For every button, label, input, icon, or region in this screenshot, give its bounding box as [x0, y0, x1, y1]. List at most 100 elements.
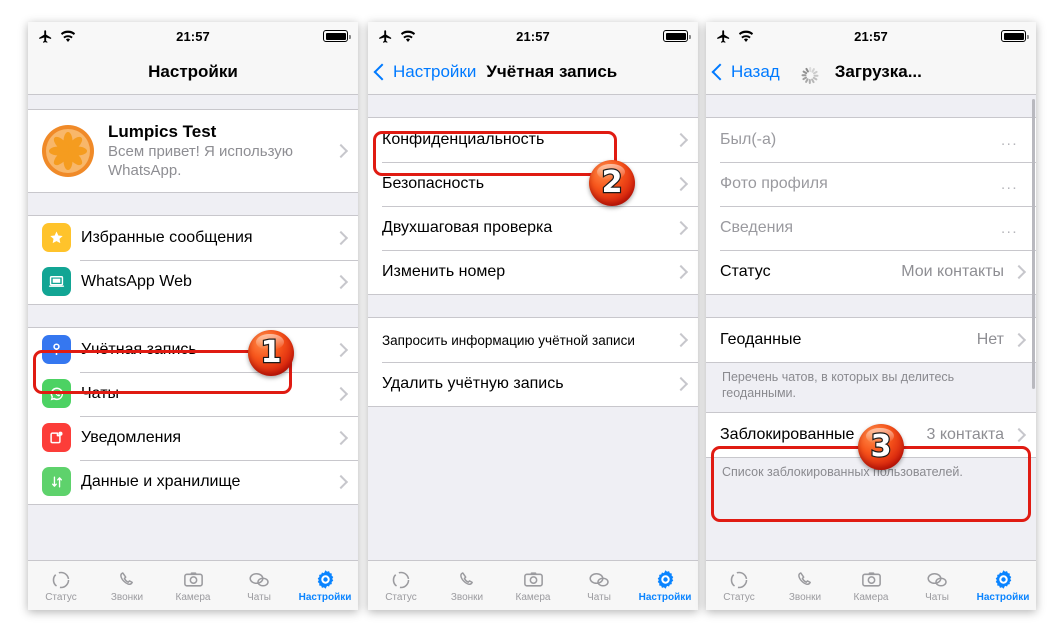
chevron-right-icon: [1011, 427, 1027, 442]
chevron-right-icon: [1011, 264, 1027, 280]
privacy-row-about[interactable]: Сведения ...: [706, 206, 1036, 250]
tab-bar: Статус Звонки Камера Чаты Настройки: [368, 560, 698, 610]
screenshot-stage: 21:57 Настройки Lumpics Test Всем привет…: [0, 0, 1064, 632]
settings-row-notifications[interactable]: Уведомления: [28, 415, 358, 460]
privacy-row-last-seen[interactable]: Был(-а) ...: [706, 118, 1036, 162]
privacy-row-label: Заблокированные: [720, 425, 855, 443]
tab-settings[interactable]: Настройки: [632, 561, 698, 610]
tab-chats[interactable]: Чаты: [566, 561, 632, 610]
tab-settings[interactable]: Настройки: [970, 561, 1036, 610]
profile-row[interactable]: Lumpics Test Всем привет! Я использую Wh…: [28, 109, 358, 193]
settings-row-whatsapp-web[interactable]: WhatsApp Web: [28, 259, 358, 304]
tab-camera[interactable]: Камера: [838, 561, 904, 610]
account-scroll-area[interactable]: Конфиденциальность Безопасность Двухшаго…: [368, 95, 698, 560]
tab-camera[interactable]: Камера: [160, 561, 226, 610]
chevron-left-icon: [711, 63, 729, 81]
privacy-row-value: ...: [1000, 219, 1018, 237]
privacy-row-value: Мои контакты: [901, 263, 1004, 280]
privacy-row-profile-photo[interactable]: Фото профиля ...: [706, 162, 1036, 206]
chats-bubble-icon: [587, 568, 611, 591]
chevron-right-icon: [673, 132, 689, 148]
tab-camera[interactable]: Камера: [500, 561, 566, 610]
settings-row-chats[interactable]: Чаты: [28, 371, 358, 416]
privacy-row-label: Был(-а): [720, 131, 777, 148]
settings-row-starred[interactable]: Избранные сообщения: [28, 215, 358, 260]
tab-label: Статус: [723, 592, 755, 603]
tab-label: Камера: [175, 592, 211, 603]
settings-group-b: Учётная запись Чаты Уведомления Данные и…: [28, 326, 358, 505]
status-bar-time: 21:57: [176, 28, 210, 44]
phone-panel-account: 21:57 Настройки Учётная запись Конфиденц…: [368, 22, 698, 610]
settings-row-storage[interactable]: Данные и хранилище: [28, 459, 358, 504]
tab-label: Статус: [45, 592, 77, 603]
back-button[interactable]: Настройки: [373, 62, 476, 82]
tab-chats[interactable]: Чаты: [904, 561, 970, 610]
privacy-row-status[interactable]: Статус Мои контакты: [706, 250, 1036, 294]
account-row-change-number[interactable]: Изменить номер: [368, 250, 698, 294]
nav-bar: Настройки Учётная запись: [368, 50, 698, 95]
privacy-row-value: Нет: [976, 331, 1004, 348]
account-row-security[interactable]: Безопасность: [368, 162, 698, 206]
camera-icon: [182, 568, 205, 591]
tab-label: Статус: [385, 592, 417, 603]
chevron-right-icon: [333, 430, 349, 445]
account-row-label: Запросить информацию учётной записи: [382, 332, 635, 348]
tab-label: Чаты: [587, 592, 611, 603]
settings-scroll-area[interactable]: Lumpics Test Всем привет! Я использую Wh…: [28, 95, 358, 560]
gear-icon: [992, 568, 1015, 591]
account-row-delete[interactable]: Удалить учётную запись: [368, 362, 698, 406]
tab-label: Камера: [515, 592, 551, 603]
settings-group-a: Избранные сообщения WhatsApp Web: [28, 214, 358, 305]
status-bar: 21:57: [28, 22, 358, 50]
tab-settings[interactable]: Настройки: [292, 561, 358, 610]
orange-slice-avatar: [42, 124, 94, 177]
laptop-icon: [42, 267, 71, 297]
chevron-right-icon: [333, 342, 349, 357]
tab-calls[interactable]: Звонки: [434, 561, 500, 610]
tab-status[interactable]: Статус: [368, 561, 434, 610]
tab-label: Чаты: [247, 592, 271, 603]
chats-bubble-icon: [925, 568, 949, 591]
privacy-row-geodata[interactable]: Геоданные Нет: [706, 318, 1036, 362]
vertical-scrollbar[interactable]: [1032, 99, 1035, 389]
settings-row-label: WhatsApp Web: [81, 272, 192, 290]
tab-status[interactable]: Статус: [706, 561, 772, 610]
tab-label: Настройки: [976, 592, 1030, 603]
settings-row-label: Избранные сообщения: [81, 228, 253, 246]
chevron-right-icon: [673, 376, 689, 392]
tab-label: Звонки: [450, 592, 484, 603]
settings-row-label: Уведомления: [81, 428, 182, 446]
step-badge-2: 2: [589, 160, 635, 206]
privacy-group-geo: Геоданные Нет: [706, 317, 1036, 363]
privacy-row-value: ...: [1000, 175, 1018, 193]
phone-panel-privacy: 21:57 Назад Загрузка... Был(-а) ... Фото…: [706, 22, 1036, 610]
phone-icon: [794, 568, 816, 591]
tab-calls[interactable]: Звонки: [772, 561, 838, 610]
account-row-request-info[interactable]: Запросить информацию учётной записи: [368, 318, 698, 362]
tab-calls[interactable]: Звонки: [94, 561, 160, 610]
battery-icon: [663, 30, 691, 42]
account-row-privacy[interactable]: Конфиденциальность: [368, 118, 698, 162]
tab-chats[interactable]: Чаты: [226, 561, 292, 610]
tab-status[interactable]: Статус: [28, 561, 94, 610]
account-row-two-step[interactable]: Двухшаговая проверка: [368, 206, 698, 250]
settings-row-label: Данные и хранилище: [81, 472, 241, 490]
gear-icon: [654, 568, 677, 591]
back-button[interactable]: Назад: [711, 62, 780, 82]
status-bar: 21:57: [706, 22, 1036, 50]
page-title: Загрузка...: [834, 62, 922, 81]
battery-icon: [1001, 30, 1029, 42]
privacy-row-label: Фото профиля: [720, 175, 828, 192]
step-badge-3: 3: [858, 424, 904, 470]
notification-icon: [42, 423, 71, 453]
chevron-right-icon: [673, 176, 689, 192]
chevron-right-icon: [673, 332, 689, 348]
whatsapp-icon: [42, 379, 71, 409]
status-ring-icon: [728, 568, 750, 591]
settings-row-account[interactable]: Учётная запись: [28, 327, 358, 372]
chevron-right-icon: [333, 474, 349, 489]
privacy-scroll-area[interactable]: Был(-а) ... Фото профиля ... Сведения ..…: [706, 95, 1036, 560]
chevron-right-icon: [333, 274, 349, 289]
key-icon: [42, 335, 71, 365]
step-badge-1: 1: [248, 330, 294, 376]
